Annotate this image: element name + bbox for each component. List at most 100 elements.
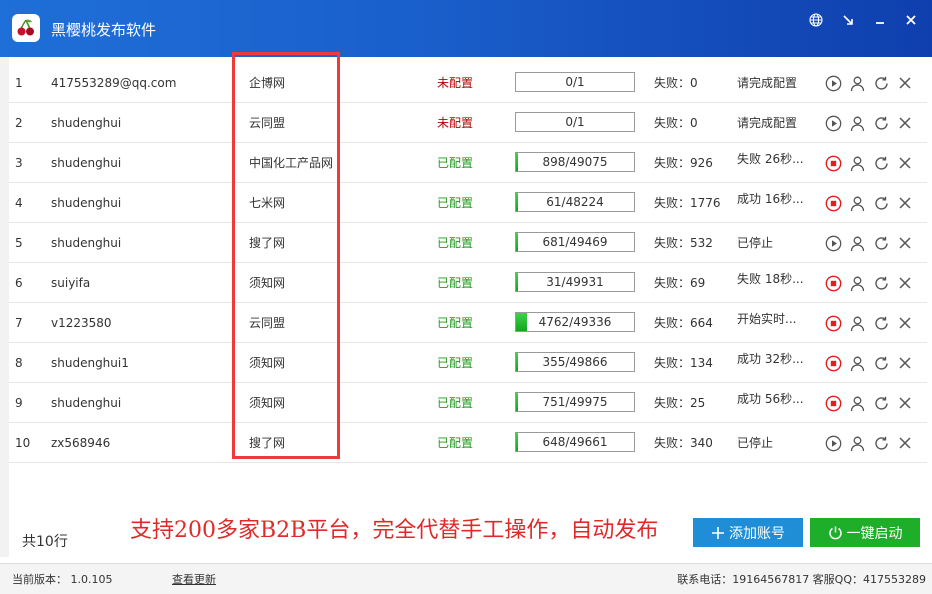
refresh-icon[interactable] [871,433,891,453]
globe-icon[interactable] [806,10,826,30]
config-status[interactable]: 已配置 [437,303,497,343]
user-icon[interactable] [847,393,867,413]
config-status[interactable]: 已配置 [437,383,497,423]
add-account-label: 添加账号 [729,525,785,542]
stop-icon[interactable] [823,193,843,213]
account-name: shudenghui [51,236,122,250]
config-status[interactable]: 已配置 [437,143,497,183]
progress-bar: 0/1 [515,112,635,132]
refresh-icon[interactable] [871,273,891,293]
delete-icon[interactable] [895,393,915,413]
check-update-link[interactable]: 查看更新 [172,571,216,587]
fail-count: 失败：340 [654,436,713,450]
row-index: 3 [15,156,23,170]
config-status[interactable]: 未配置 [437,103,497,143]
row-actions [823,183,923,223]
table-row: 1 417553289@qq.com 企博网 未配置 0/1 失败：0 请完成配置 [9,63,927,103]
progress-text: 355/49866 [542,355,608,369]
stop-icon[interactable] [823,353,843,373]
refresh-icon[interactable] [871,73,891,93]
user-icon[interactable] [847,113,867,133]
stop-icon[interactable] [823,273,843,293]
stop-icon[interactable] [823,313,843,333]
delete-icon[interactable] [895,433,915,453]
platform-name: 须知网 [249,276,286,290]
plus-icon [712,526,724,539]
account-name: shudenghui1 [51,356,129,370]
table-row: 3 shudenghui 中国化工产品网 已配置 898/49075 失败：926 失败 2… [9,143,927,183]
config-status[interactable]: 已配置 [437,343,497,383]
progress-bar: 61/48224 [515,192,635,212]
one-click-start-button[interactable]: 一键启动 [810,518,920,547]
status-text: 开始实时... [737,312,797,326]
progress-text: 4762/49336 [538,315,612,329]
refresh-icon[interactable] [871,393,891,413]
delete-icon[interactable] [895,233,915,253]
add-account-button[interactable]: 添加账号 [693,518,803,547]
delete-icon[interactable] [895,313,915,333]
account-name: zx568946 [51,436,111,450]
platform-name: 搜了网 [249,436,286,450]
refresh-icon[interactable] [871,313,891,333]
user-icon[interactable] [847,433,867,453]
fail-count: 失败：532 [654,236,713,250]
platform-name: 须知网 [249,396,286,410]
user-icon[interactable] [847,273,867,293]
row-actions [823,223,923,263]
row-actions [823,143,923,183]
delete-icon[interactable] [895,273,915,293]
progress-text: 0/1 [565,75,585,89]
refresh-icon[interactable] [871,233,891,253]
table-row: 10 zx568946 搜了网 已配置 648/49661 失败：340 已停止 [9,423,927,463]
progress-text: 681/49469 [542,235,608,249]
refresh-icon[interactable] [871,153,891,173]
config-status[interactable]: 未配置 [437,63,497,103]
config-status[interactable]: 已配置 [437,423,497,463]
refresh-icon[interactable] [871,193,891,213]
delete-icon[interactable] [895,73,915,93]
platform-name: 须知网 [249,356,286,370]
user-icon[interactable] [847,73,867,93]
config-status[interactable]: 已配置 [437,223,497,263]
progress-fill [516,393,519,411]
row-actions [823,423,923,463]
user-icon[interactable] [847,153,867,173]
collapse-icon[interactable] [838,10,858,30]
play-icon[interactable] [823,233,843,253]
refresh-icon[interactable] [871,353,891,373]
play-icon[interactable] [823,113,843,133]
row-actions [823,263,923,303]
minimize-icon[interactable] [870,10,890,30]
progress-fill [516,353,519,371]
platform-name: 七米网 [249,196,286,210]
user-icon[interactable] [847,353,867,373]
delete-icon[interactable] [895,353,915,373]
fail-count: 失败：69 [654,276,706,290]
user-icon[interactable] [847,313,867,333]
config-status[interactable]: 已配置 [437,183,497,223]
row-index: 2 [15,116,23,130]
stop-icon[interactable] [823,393,843,413]
stop-icon[interactable] [823,153,843,173]
delete-icon[interactable] [895,153,915,173]
delete-icon[interactable] [895,193,915,213]
fail-count: 失败：0 [654,76,698,90]
status-text: 请完成配置 [737,116,798,130]
table-row: 8 shudenghui1 须知网 已配置 355/49866 失败：134 成功 32秒.… [9,343,927,383]
progress-fill [516,273,519,291]
fail-count: 失败：0 [654,116,698,130]
user-icon[interactable] [847,193,867,213]
play-icon[interactable] [823,73,843,93]
one-click-start-label: 一键启动 [846,525,903,542]
progress-text: 61/48224 [546,195,604,209]
delete-icon[interactable] [895,113,915,133]
close-icon[interactable] [901,10,921,30]
user-icon[interactable] [847,233,867,253]
progress-fill [516,233,519,251]
status-text: 已停止 [737,236,774,250]
config-status[interactable]: 已配置 [437,263,497,303]
status-text: 成功 16秒... [737,192,804,206]
refresh-icon[interactable] [871,113,891,133]
play-icon[interactable] [823,433,843,453]
row-actions [823,383,923,423]
